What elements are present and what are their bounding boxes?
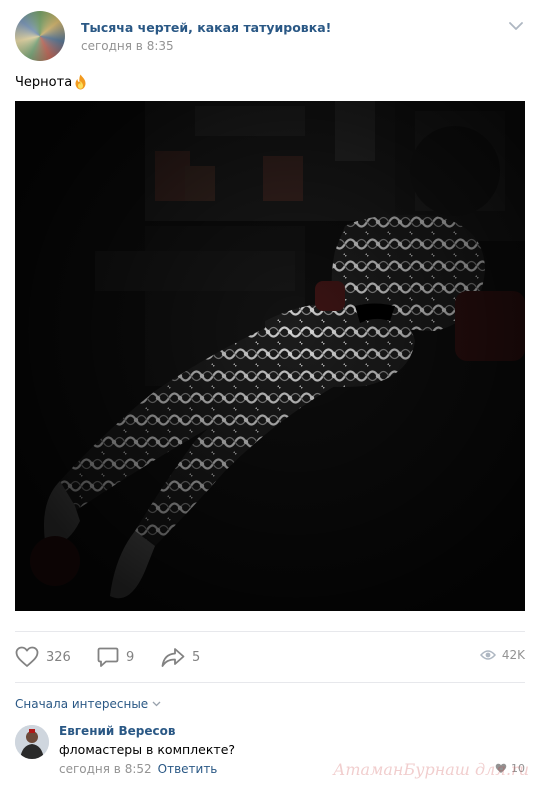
post-header: Тысяча чертей, какая татуировка! сегодня… (15, 11, 525, 61)
chevron-down-icon (152, 701, 161, 707)
comment-author-link[interactable]: Евгений Вересов (59, 724, 175, 738)
group-avatar[interactable] (15, 11, 65, 61)
divider (15, 682, 525, 683)
group-name-link[interactable]: Тысяча чертей, какая татуировка! (81, 20, 331, 35)
comments-sort-dropdown[interactable]: Сначала интересные (15, 697, 161, 711)
comment-meta: сегодня в 8:52 Ответить (59, 762, 217, 776)
post-photo[interactable] (15, 101, 525, 611)
comment-icon (97, 647, 119, 667)
share-icon (161, 648, 185, 667)
reply-button[interactable]: Ответить (158, 762, 218, 776)
tattoo-photo-image (15, 101, 525, 611)
views-counter: 42K (479, 648, 525, 662)
chevron-down-icon[interactable] (509, 21, 523, 31)
comment-button[interactable]: 9 (97, 646, 134, 668)
like-count: 326 (46, 649, 71, 665)
sort-label: Сначала интересные (15, 697, 149, 711)
views-count: 42K (501, 648, 525, 662)
post-text: Чернота (15, 74, 88, 90)
share-count: 5 (192, 649, 201, 665)
post-time[interactable]: сегодня в 8:35 (81, 39, 174, 53)
fire-icon (75, 74, 86, 90)
post-actions: 326 9 5 42K (15, 646, 525, 668)
commenter-avatar[interactable] (15, 725, 49, 759)
heart-icon (15, 646, 39, 667)
eye-icon (479, 650, 496, 660)
like-button[interactable]: 326 (15, 646, 71, 668)
share-button[interactable]: 5 (161, 646, 200, 668)
watermark: АтаманБурнаш для.ru (333, 760, 529, 779)
comment-count: 9 (126, 649, 135, 665)
comment-time[interactable]: сегодня в 8:52 (59, 762, 152, 776)
post-text-label: Чернота (15, 74, 73, 90)
comment-text: фломастеры в комплекте? (59, 742, 236, 757)
divider (15, 631, 525, 632)
